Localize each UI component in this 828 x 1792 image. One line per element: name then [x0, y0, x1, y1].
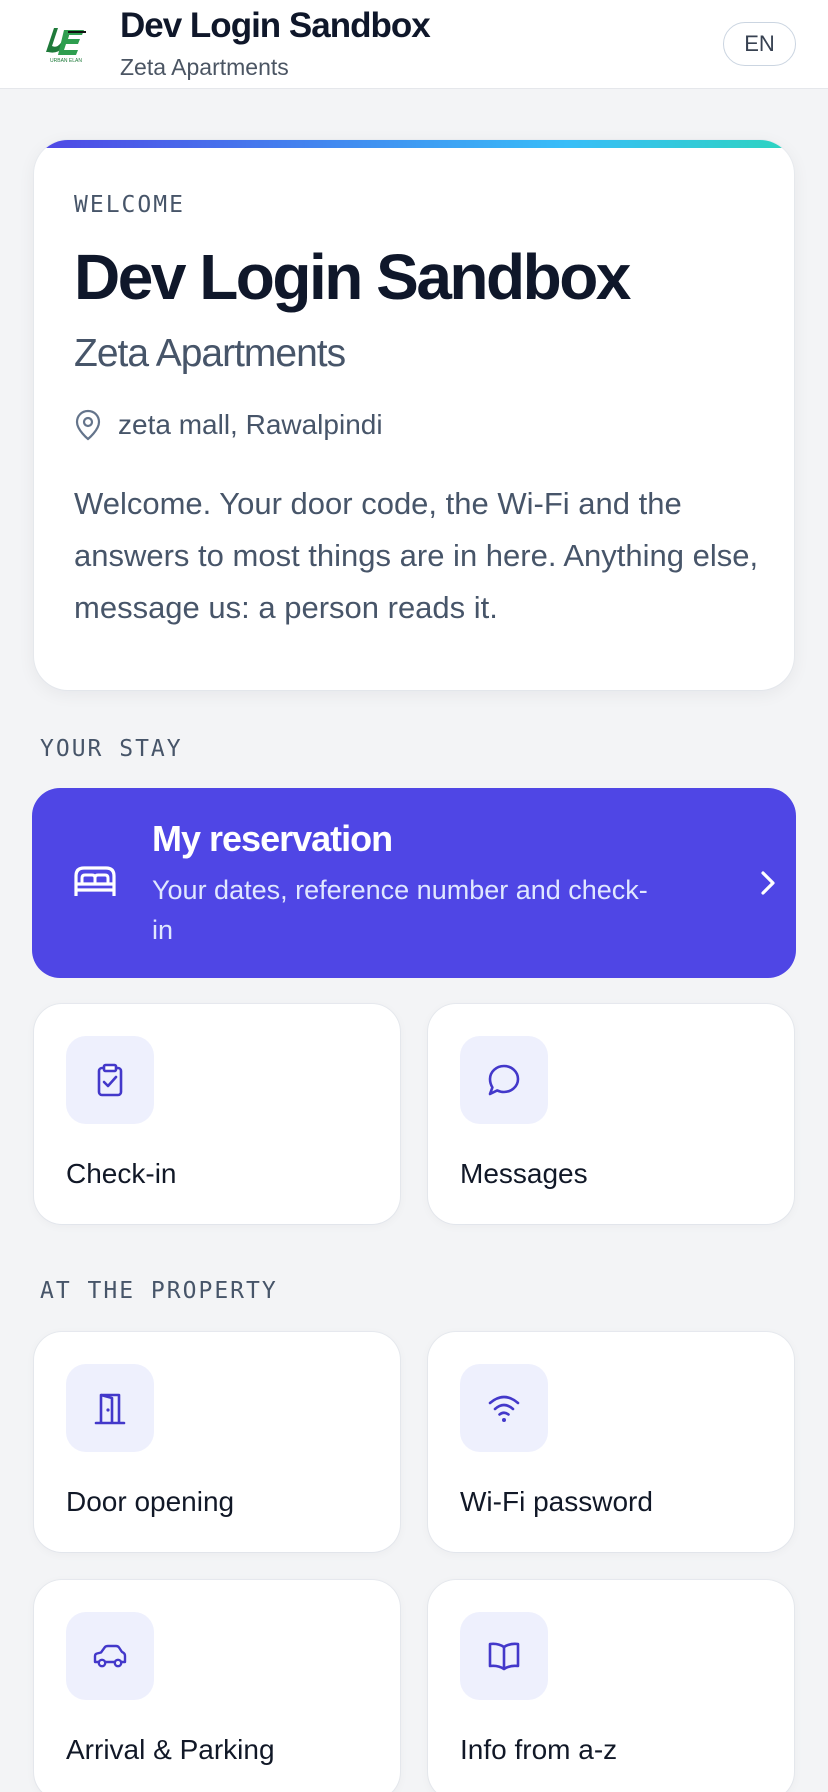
- welcome-card: WELCOME Dev Login Sandbox Zeta Apartment…: [34, 140, 794, 690]
- tile-check-in[interactable]: Check-in: [34, 1004, 400, 1224]
- language-button[interactable]: EN: [723, 22, 796, 66]
- map-pin-icon: [75, 409, 101, 441]
- tile-icon-box: [460, 1364, 548, 1452]
- tile-icon-box: [66, 1364, 154, 1452]
- tile-arrival-parking[interactable]: Arrival & Parking: [34, 1580, 400, 1792]
- tile-info-a-z[interactable]: Info from a-z: [428, 1580, 794, 1792]
- tile-wifi-password[interactable]: Wi-Fi password: [428, 1332, 794, 1552]
- location-text: zeta mall, Rawalpindi: [118, 409, 383, 440]
- tile-messages[interactable]: Messages: [428, 1004, 794, 1224]
- tile-label: Wi-Fi password: [460, 1486, 653, 1517]
- welcome-eyebrow: WELCOME: [74, 192, 185, 218]
- tile-icon-box: [66, 1612, 154, 1700]
- header-subtitle: Zeta Apartments: [120, 54, 289, 80]
- section-label-at-property: AT THE PROPERTY: [40, 1278, 278, 1304]
- open-book-icon: [488, 1642, 520, 1671]
- door-icon: [94, 1393, 126, 1425]
- welcome-subtitle: Zeta Apartments: [74, 332, 346, 375]
- tile-label: Check-in: [66, 1158, 177, 1189]
- app-header: URBAN ELAN Dev Login Sandbox Zeta Apartm…: [0, 0, 828, 89]
- brand-logo: URBAN ELAN: [40, 22, 92, 64]
- tile-label: Messages: [460, 1158, 588, 1189]
- welcome-body: Welcome. Your door code, the Wi-Fi and t…: [74, 486, 759, 625]
- header-title: Dev Login Sandbox: [120, 6, 431, 45]
- tile-icon-box: [66, 1036, 154, 1124]
- tile-label: Door opening: [66, 1486, 235, 1517]
- section-label-your-stay: YOUR STAY: [40, 736, 183, 762]
- svg-text:URBAN ELAN: URBAN ELAN: [50, 58, 82, 64]
- my-reservation-button[interactable]: My reservation Your dates, reference num…: [32, 788, 796, 978]
- tile-icon-box: [460, 1036, 548, 1124]
- reservation-title: My reservation: [152, 818, 393, 859]
- location-row: zeta mall, Rawalpindi: [74, 408, 383, 442]
- clipboard-check-icon: [97, 1063, 123, 1097]
- car-icon: [93, 1644, 127, 1668]
- welcome-title: Dev Login Sandbox: [74, 241, 631, 313]
- tile-door-opening[interactable]: Door opening: [34, 1332, 400, 1552]
- bed-icon: [74, 866, 116, 896]
- reservation-subtitle: Your dates, reference number and check-i…: [152, 875, 648, 945]
- chat-bubble-icon: [488, 1064, 520, 1096]
- tile-icon-box: [460, 1612, 548, 1700]
- chevron-right-icon: [761, 871, 775, 895]
- wifi-icon: [488, 1395, 520, 1422]
- tile-label: Info from a-z: [460, 1734, 618, 1765]
- tile-label: Arrival & Parking: [66, 1734, 275, 1765]
- welcome-accent-bar: [34, 140, 794, 148]
